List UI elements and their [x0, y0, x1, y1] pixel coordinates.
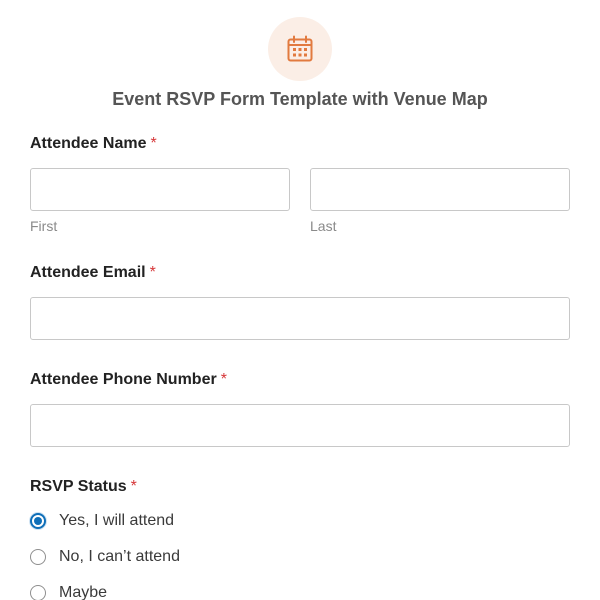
- first-name-input[interactable]: [30, 168, 290, 211]
- rsvp-option-yes[interactable]: Yes, I will attend: [30, 510, 174, 532]
- attendee-email-label: Attendee Email *: [30, 263, 156, 283]
- rsvp-option-label: No, I can’t attend: [59, 548, 180, 565]
- rsvp-form-page: Event RSVP Form Template with Venue Map …: [0, 0, 600, 600]
- attendee-email-label-text: Attendee Email: [30, 264, 146, 281]
- rsvp-option-maybe[interactable]: Maybe: [30, 582, 107, 600]
- radio-dot: [34, 517, 42, 525]
- required-marker: *: [130, 478, 137, 495]
- phone-input[interactable]: [30, 404, 570, 447]
- first-name-sublabel: First: [30, 218, 58, 234]
- radio-button[interactable]: [30, 549, 46, 565]
- attendee-name-label-text: Attendee Name: [30, 135, 147, 152]
- required-marker: *: [220, 371, 227, 388]
- rsvp-option-label: Yes, I will attend: [59, 512, 175, 529]
- attendee-name-label: Attendee Name *: [30, 134, 157, 154]
- email-input[interactable]: [30, 297, 570, 340]
- radio-button[interactable]: [30, 585, 46, 600]
- attendee-phone-label: Attendee Phone Number *: [30, 370, 227, 390]
- last-name-input[interactable]: [310, 168, 570, 211]
- radio-button-selected[interactable]: [30, 513, 46, 529]
- rsvp-option-no[interactable]: No, I can’t attend: [30, 546, 180, 568]
- required-marker: *: [149, 264, 156, 281]
- attendee-phone-label-text: Attendee Phone Number: [30, 371, 217, 388]
- rsvp-status-label: RSVP Status *: [30, 477, 137, 497]
- required-marker: *: [150, 135, 157, 152]
- last-name-sublabel: Last: [310, 218, 337, 234]
- form-icon-badge: [268, 17, 332, 81]
- form-title: Event RSVP Form Template with Venue Map: [112, 89, 488, 109]
- rsvp-status-label-text: RSVP Status: [30, 478, 127, 495]
- rsvp-option-label: Maybe: [59, 584, 108, 600]
- calendar-icon: [287, 35, 313, 62]
